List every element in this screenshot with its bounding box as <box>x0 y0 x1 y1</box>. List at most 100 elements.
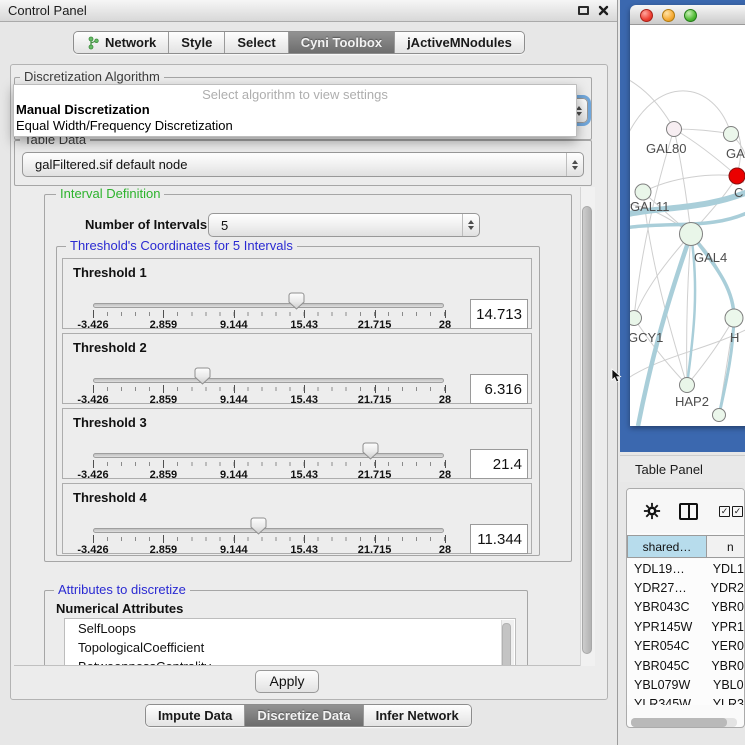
network-node[interactable] <box>725 309 743 327</box>
network-window-titlebar[interactable] <box>630 5 745 25</box>
tab-label: Infer Network <box>376 708 459 723</box>
threshold-value-field[interactable] <box>470 374 528 404</box>
slider-thumb[interactable] <box>362 442 379 460</box>
network-canvas[interactable]: GAL80GACGAL11GAL4GCY1HHAP2 <box>630 25 745 426</box>
control-panel-titlebar[interactable]: Control Panel <box>0 0 617 22</box>
attribute-list-item[interactable]: TopologicalCoefficient <box>65 638 515 657</box>
threshold-label: Threshold 4 <box>73 490 147 505</box>
cell-shared-name[interactable]: YER054C <box>627 639 707 653</box>
table-row[interactable]: YBR043CYBR0 <box>627 598 744 617</box>
tick-label: 9.144 <box>220 469 248 481</box>
table-panel-title: Table Panel <box>635 462 703 477</box>
tick-label: 21.715 <box>358 394 392 406</box>
slider-thumb[interactable] <box>250 517 267 535</box>
tick-label: -3.426 <box>77 319 108 331</box>
dropdown-item-manual-discretization[interactable]: Manual Discretization <box>14 102 576 118</box>
table-row[interactable]: YDL19…YDL1 <box>627 559 744 578</box>
attribute-list-item[interactable]: BetweennessCentrality <box>65 657 515 666</box>
tab-cyni-toolbox[interactable]: Cyni Toolbox <box>289 32 395 53</box>
cell-shared-name[interactable]: YLR345W <box>627 697 709 705</box>
network-node[interactable] <box>635 184 651 200</box>
table-rows[interactable]: YDL19…YDL1YDR27…YDR2YBR043CYBR0YPR145WYP… <box>627 559 744 705</box>
settings-scrollbar-thumb[interactable] <box>582 206 592 654</box>
network-node[interactable] <box>680 223 703 246</box>
network-node[interactable] <box>724 127 739 142</box>
cell-name[interactable]: YDL1 <box>709 562 744 576</box>
threshold-label: Threshold 2 <box>73 340 147 355</box>
cell-shared-name[interactable]: YBR043C <box>627 600 707 614</box>
cell-name[interactable]: YER0 <box>707 639 744 653</box>
table-row[interactable]: YBR045CYBR0 <box>627 656 744 675</box>
table-data-combobox[interactable]: galFiltered.sif default node <box>22 152 584 177</box>
tick-label: 21.715 <box>358 544 392 556</box>
combo-stepper-icon[interactable] <box>462 214 479 236</box>
num-intervals-combobox[interactable]: 5 <box>208 213 480 237</box>
cell-shared-name[interactable]: YBL079W <box>627 678 709 692</box>
table-panel-titlebar[interactable]: Table Panel <box>620 455 745 482</box>
dropdown-item-equal-width-frequency[interactable]: Equal Width/Frequency Discretization <box>14 118 576 134</box>
cell-name[interactable]: YBR0 <box>707 659 744 673</box>
network-node-label: GAL4 <box>694 250 727 265</box>
list-scrollbar-thumb[interactable] <box>502 623 511 666</box>
cell-shared-name[interactable]: YDL19… <box>627 562 709 576</box>
cell-name[interactable]: YLR3 <box>709 697 744 705</box>
table-row[interactable]: YER054CYER0 <box>627 637 744 656</box>
close-traffic-light-icon[interactable] <box>640 9 653 22</box>
slider-thumb[interactable] <box>288 292 305 310</box>
cell-name[interactable]: YPR1 <box>707 620 744 634</box>
network-node[interactable] <box>667 122 682 137</box>
cell-name[interactable]: YDR2 <box>707 581 744 595</box>
zoom-traffic-light-icon[interactable] <box>684 9 697 22</box>
tab-style[interactable]: Style <box>169 32 225 53</box>
list-scrollbar[interactable] <box>501 620 514 666</box>
cell-name[interactable]: YBL0 <box>709 678 744 692</box>
table-row[interactable]: YDR27…YDR2 <box>627 578 744 597</box>
tab-network[interactable]: Network <box>74 32 169 53</box>
combo-stepper-icon[interactable] <box>566 153 583 176</box>
apply-button[interactable]: Apply <box>255 670 319 693</box>
network-node-label: GAL80 <box>646 141 686 156</box>
column-header-name[interactable]: n <box>706 535 745 558</box>
float-window-icon[interactable] <box>578 6 589 15</box>
table-hscrollbar[interactable] <box>631 718 737 727</box>
network-node-label: GA <box>726 146 745 161</box>
threshold-value-field[interactable] <box>470 299 528 329</box>
network-node[interactable] <box>729 168 745 184</box>
tick-label: 28 <box>439 469 451 481</box>
cell-shared-name[interactable]: YDR27… <box>627 581 707 595</box>
attribute-list-item[interactable]: SelfLoops <box>65 619 515 638</box>
tab-discretize-data[interactable]: Discretize Data <box>245 705 363 726</box>
split-columns-icon[interactable] <box>679 503 698 520</box>
checked-checkbox-icon[interactable]: ✓ <box>719 506 730 517</box>
network-node[interactable] <box>680 378 695 393</box>
tab-impute-data[interactable]: Impute Data <box>146 705 245 726</box>
threshold-value-field[interactable] <box>470 524 528 554</box>
table-hscrollbar-thumb[interactable] <box>631 718 727 727</box>
cell-shared-name[interactable]: YPR145W <box>627 620 707 634</box>
table-row[interactable]: YLR345WYLR3 <box>627 695 744 705</box>
numerical-attributes-list[interactable]: SelfLoopsTopologicalCoefficientBetweenne… <box>64 618 516 666</box>
close-icon[interactable] <box>598 5 609 16</box>
cell-name[interactable]: YBR0 <box>707 600 744 614</box>
network-icon <box>86 36 100 50</box>
settings-gear-icon[interactable] <box>643 502 661 520</box>
tick-label: 28 <box>439 394 451 406</box>
checked-checkbox-icon[interactable]: ✓ <box>732 506 743 517</box>
tab-select[interactable]: Select <box>225 32 288 53</box>
slider-tick-labels: -3.4262.8599.14415.4321.71528 <box>93 544 445 556</box>
tab-infer-network[interactable]: Infer Network <box>364 705 471 726</box>
cell-shared-name[interactable]: YBR045C <box>627 659 707 673</box>
network-node[interactable] <box>713 409 726 422</box>
minimize-traffic-light-icon[interactable] <box>662 9 675 22</box>
slider-tick-labels: -3.4262.8599.14415.4321.71528 <box>93 319 445 331</box>
network-node[interactable] <box>630 311 642 326</box>
column-header-shared-name[interactable]: shared… <box>627 535 707 558</box>
table-row[interactable]: YBL079WYBL0 <box>627 675 744 694</box>
network-view-window[interactable]: GAL80GACGAL11GAL4GCY1HHAP2 <box>630 5 745 426</box>
network-node-label: GAL11 <box>630 199 670 214</box>
tab-jactivemnodules[interactable]: jActiveMNodules <box>395 32 524 53</box>
attributes-group-title: Attributes to discretize <box>54 583 190 597</box>
table-row[interactable]: YPR145WYPR1 <box>627 617 744 636</box>
threshold-value-field[interactable] <box>470 449 528 479</box>
slider-thumb[interactable] <box>194 367 211 385</box>
